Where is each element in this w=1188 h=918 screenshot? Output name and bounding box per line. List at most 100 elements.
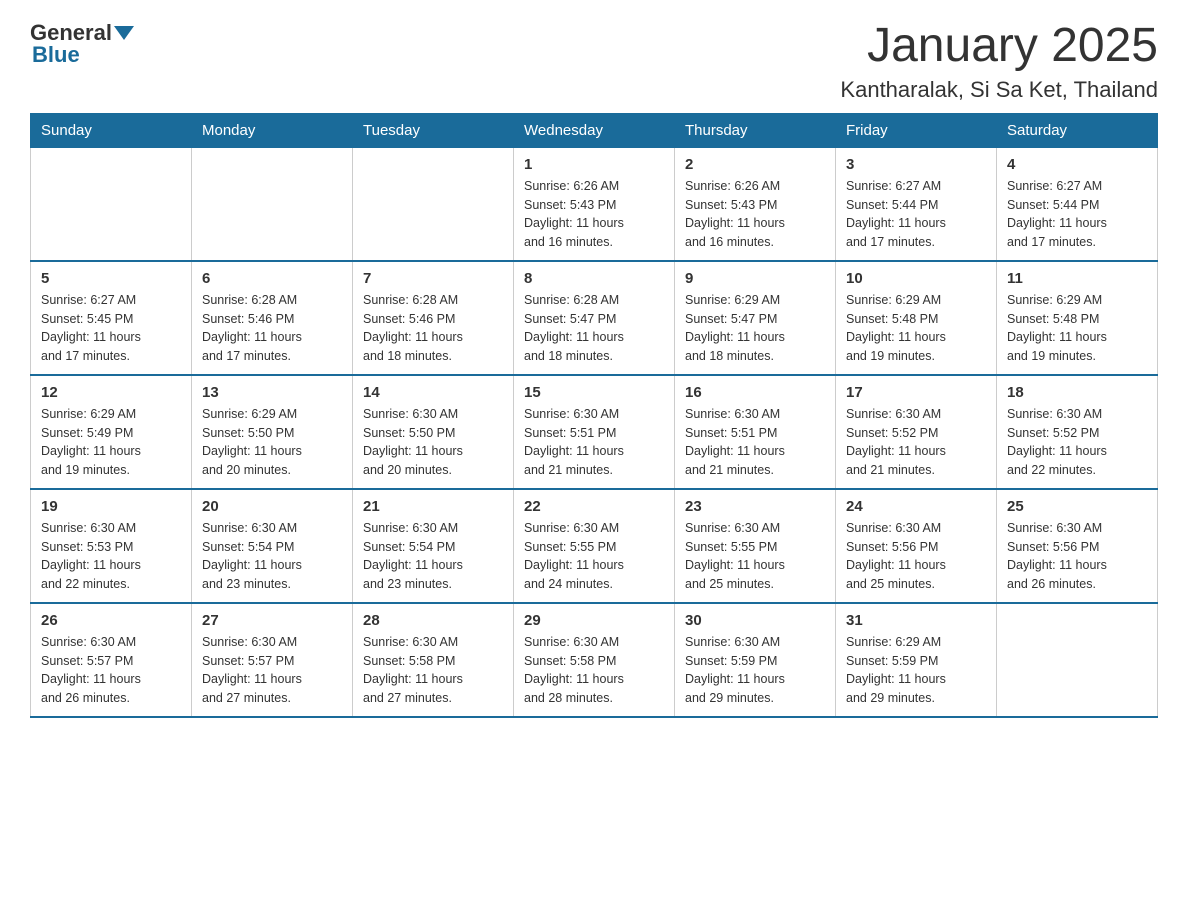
calendar-cell: 28 Sunrise: 6:30 AM Sunset: 5:58 PM Dayli… [353, 603, 514, 717]
day-number: 5 [41, 270, 181, 287]
day-number: 11 [1007, 270, 1147, 287]
calendar-cell: 12 Sunrise: 6:29 AM Sunset: 5:49 PM Dayli… [31, 375, 192, 489]
calendar-cell: 26 Sunrise: 6:30 AM Sunset: 5:57 PM Dayli… [31, 603, 192, 717]
day-info: Sunrise: 6:29 AM Sunset: 5:48 PM Dayligh… [846, 291, 986, 366]
calendar-cell: 5 Sunrise: 6:27 AM Sunset: 5:45 PM Daylig… [31, 261, 192, 375]
day-number: 9 [685, 270, 825, 287]
day-of-week-header: Thursday [675, 113, 836, 147]
day-number: 10 [846, 270, 986, 287]
calendar-week-row: 1 Sunrise: 6:26 AM Sunset: 5:43 PM Daylig… [31, 147, 1158, 261]
calendar-week-row: 5 Sunrise: 6:27 AM Sunset: 5:45 PM Daylig… [31, 261, 1158, 375]
calendar-cell: 11 Sunrise: 6:29 AM Sunset: 5:48 PM Dayli… [997, 261, 1158, 375]
title-block: January 2025 Kantharalak, Si Sa Ket, Tha… [840, 20, 1158, 103]
day-info: Sunrise: 6:30 AM Sunset: 5:52 PM Dayligh… [846, 405, 986, 480]
calendar-title: January 2025 [840, 20, 1158, 73]
day-number: 26 [41, 612, 181, 629]
day-info: Sunrise: 6:30 AM Sunset: 5:54 PM Dayligh… [363, 519, 503, 594]
day-number: 31 [846, 612, 986, 629]
calendar-subtitle: Kantharalak, Si Sa Ket, Thailand [840, 77, 1158, 103]
calendar-cell: 25Sunrise: 6:30 AM Sunset: 5:56 PM Dayli… [997, 489, 1158, 603]
day-number: 29 [524, 612, 664, 629]
day-number: 12 [41, 384, 181, 401]
logo-blue-text: Blue [32, 42, 80, 68]
day-number: 23 [685, 498, 825, 515]
day-of-week-header: Sunday [31, 113, 192, 147]
calendar-cell: 4 Sunrise: 6:27 AM Sunset: 5:44 PM Daylig… [997, 147, 1158, 261]
day-number: 24 [846, 498, 986, 515]
calendar-body: 1 Sunrise: 6:26 AM Sunset: 5:43 PM Daylig… [31, 147, 1158, 717]
calendar-cell: 17 Sunrise: 6:30 AM Sunset: 5:52 PM Dayli… [836, 375, 997, 489]
day-number: 16 [685, 384, 825, 401]
day-info: Sunrise: 6:28 AM Sunset: 5:46 PM Dayligh… [202, 291, 342, 366]
day-of-week-header: Monday [192, 113, 353, 147]
day-number: 8 [524, 270, 664, 287]
logo: General Blue [30, 20, 136, 68]
day-number: 7 [363, 270, 503, 287]
day-info: Sunrise: 6:30 AM Sunset: 5:51 PM Dayligh… [524, 405, 664, 480]
day-number: 25 [1007, 498, 1147, 515]
day-info: Sunrise: 6:30 AM Sunset: 5:56 PM Dayligh… [846, 519, 986, 594]
day-number: 19 [41, 498, 181, 515]
calendar-cell: 31 Sunrise: 6:29 AM Sunset: 5:59 PM Dayli… [836, 603, 997, 717]
day-number: 2 [685, 156, 825, 173]
calendar-cell: 20 Sunrise: 6:30 AM Sunset: 5:54 PM Dayli… [192, 489, 353, 603]
day-info: Sunrise: 6:28 AM Sunset: 5:46 PM Dayligh… [363, 291, 503, 366]
day-info: Sunrise: 6:30 AM Sunset: 5:53 PM Dayligh… [41, 519, 181, 594]
day-number: 6 [202, 270, 342, 287]
day-number: 21 [363, 498, 503, 515]
day-info: Sunrise: 6:29 AM Sunset: 5:59 PM Dayligh… [846, 633, 986, 708]
day-info: Sunrise: 6:29 AM Sunset: 5:48 PM Dayligh… [1007, 291, 1147, 366]
day-info: Sunrise: 6:27 AM Sunset: 5:45 PM Dayligh… [41, 291, 181, 366]
calendar-cell: 19 Sunrise: 6:30 AM Sunset: 5:53 PM Dayli… [31, 489, 192, 603]
calendar-cell: 22Sunrise: 6:30 AM Sunset: 5:55 PM Dayli… [514, 489, 675, 603]
day-info: Sunrise: 6:30 AM Sunset: 5:50 PM Dayligh… [363, 405, 503, 480]
day-info: Sunrise: 6:27 AM Sunset: 5:44 PM Dayligh… [846, 177, 986, 252]
day-info: Sunrise: 6:27 AM Sunset: 5:44 PM Dayligh… [1007, 177, 1147, 252]
calendar-cell: 13Sunrise: 6:29 AM Sunset: 5:50 PM Dayli… [192, 375, 353, 489]
day-info: Sunrise: 6:29 AM Sunset: 5:47 PM Dayligh… [685, 291, 825, 366]
day-info: Sunrise: 6:30 AM Sunset: 5:57 PM Dayligh… [41, 633, 181, 708]
day-number: 3 [846, 156, 986, 173]
calendar-cell: 3 Sunrise: 6:27 AM Sunset: 5:44 PM Daylig… [836, 147, 997, 261]
day-info: Sunrise: 6:30 AM Sunset: 5:57 PM Dayligh… [202, 633, 342, 708]
calendar-cell [353, 147, 514, 261]
day-info: Sunrise: 6:30 AM Sunset: 5:54 PM Dayligh… [202, 519, 342, 594]
day-info: Sunrise: 6:30 AM Sunset: 5:58 PM Dayligh… [363, 633, 503, 708]
day-number: 1 [524, 156, 664, 173]
calendar-cell: 24 Sunrise: 6:30 AM Sunset: 5:56 PM Dayli… [836, 489, 997, 603]
day-number: 14 [363, 384, 503, 401]
calendar-header: SundayMondayTuesdayWednesdayThursdayFrid… [31, 113, 1158, 147]
day-number: 20 [202, 498, 342, 515]
calendar-cell [997, 603, 1158, 717]
calendar-cell: 2 Sunrise: 6:26 AM Sunset: 5:43 PM Daylig… [675, 147, 836, 261]
calendar-cell: 27Sunrise: 6:30 AM Sunset: 5:57 PM Dayli… [192, 603, 353, 717]
day-of-week-header: Tuesday [353, 113, 514, 147]
day-info: Sunrise: 6:30 AM Sunset: 5:51 PM Dayligh… [685, 405, 825, 480]
day-number: 30 [685, 612, 825, 629]
page-header: General Blue January 2025 Kantharalak, S… [30, 20, 1158, 103]
day-number: 22 [524, 498, 664, 515]
calendar-cell: 6 Sunrise: 6:28 AM Sunset: 5:46 PM Daylig… [192, 261, 353, 375]
calendar-cell [192, 147, 353, 261]
day-number: 4 [1007, 156, 1147, 173]
calendar-week-row: 26 Sunrise: 6:30 AM Sunset: 5:57 PM Dayli… [31, 603, 1158, 717]
calendar-cell: 9 Sunrise: 6:29 AM Sunset: 5:47 PM Daylig… [675, 261, 836, 375]
calendar-cell: 15Sunrise: 6:30 AM Sunset: 5:51 PM Dayli… [514, 375, 675, 489]
calendar-week-row: 19 Sunrise: 6:30 AM Sunset: 5:53 PM Dayli… [31, 489, 1158, 603]
calendar-cell: 23 Sunrise: 6:30 AM Sunset: 5:55 PM Dayli… [675, 489, 836, 603]
day-info: Sunrise: 6:30 AM Sunset: 5:59 PM Dayligh… [685, 633, 825, 708]
day-info: Sunrise: 6:29 AM Sunset: 5:49 PM Dayligh… [41, 405, 181, 480]
calendar-cell [31, 147, 192, 261]
calendar-table: SundayMondayTuesdayWednesdayThursdayFrid… [30, 113, 1158, 718]
calendar-cell: 10 Sunrise: 6:29 AM Sunset: 5:48 PM Dayli… [836, 261, 997, 375]
calendar-week-row: 12 Sunrise: 6:29 AM Sunset: 5:49 PM Dayli… [31, 375, 1158, 489]
day-info: Sunrise: 6:26 AM Sunset: 5:43 PM Dayligh… [685, 177, 825, 252]
day-info: Sunrise: 6:30 AM Sunset: 5:55 PM Dayligh… [685, 519, 825, 594]
logo-arrow-icon [114, 26, 134, 40]
calendar-cell: 29 Sunrise: 6:30 AM Sunset: 5:58 PM Dayli… [514, 603, 675, 717]
day-info: Sunrise: 6:30 AM Sunset: 5:58 PM Dayligh… [524, 633, 664, 708]
day-number: 28 [363, 612, 503, 629]
day-of-week-header: Wednesday [514, 113, 675, 147]
calendar-cell: 8Sunrise: 6:28 AM Sunset: 5:47 PM Daylig… [514, 261, 675, 375]
day-number: 17 [846, 384, 986, 401]
